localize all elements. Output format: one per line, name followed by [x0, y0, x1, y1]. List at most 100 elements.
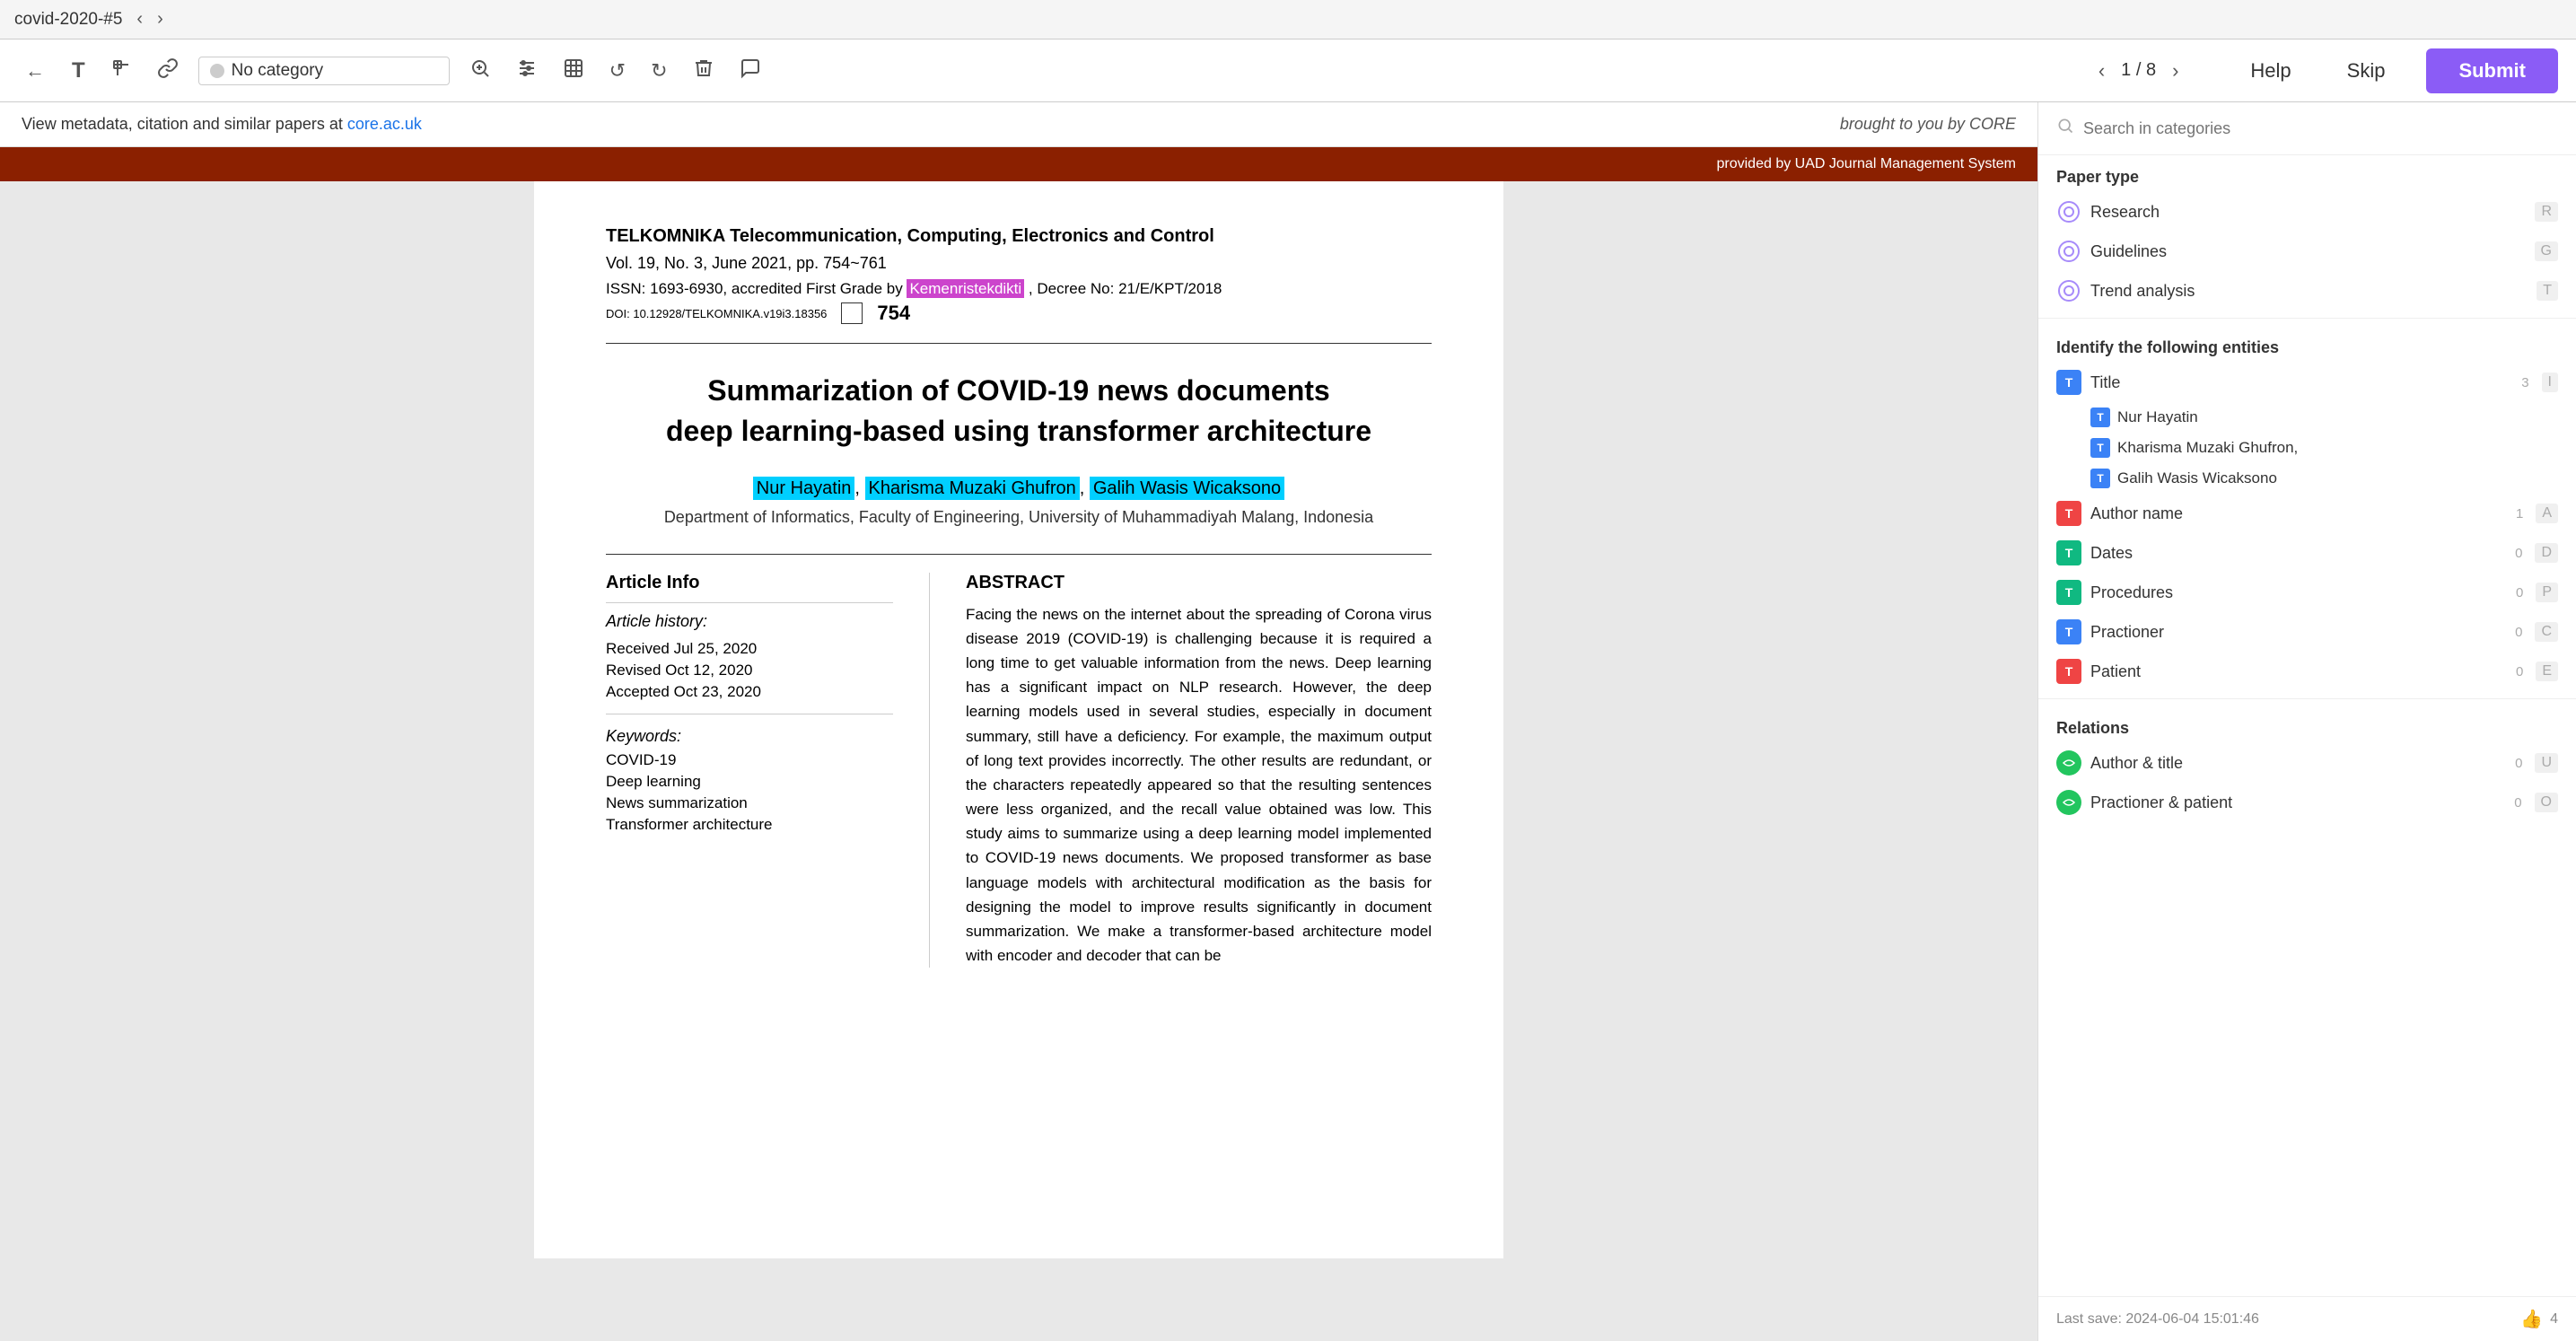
relation-practioner-patient[interactable]: Practioner & patient 0 O: [2038, 783, 2576, 822]
entity-practioner[interactable]: T Practioner 0 C: [2038, 612, 2576, 652]
author-entity-label: Author name: [2090, 504, 2183, 523]
keywords-title: Keywords:: [606, 727, 893, 746]
tagged-t-icon-3: T: [2090, 469, 2110, 488]
tab-next-btn[interactable]: ›: [157, 9, 163, 30]
dates-entity-count: 0: [2515, 546, 2522, 561]
patient-entity-shortcut: E: [2536, 662, 2558, 681]
research-label: Research: [2090, 203, 2160, 222]
tagged-name-1: Nur Hayatin: [2117, 408, 2198, 426]
keyword1: COVID-19: [606, 751, 893, 769]
pdf-divider-mid: [606, 554, 1432, 555]
submit-button[interactable]: Submit: [2426, 48, 2558, 93]
pdf-banner-core: provided by UAD Journal Management Syste…: [0, 147, 2037, 181]
trend-label: Trend analysis: [2090, 282, 2195, 301]
pagination: ‹ 1 / 8 ›: [2091, 56, 2186, 86]
abstract-text: Facing the news on the internet about th…: [966, 602, 1432, 968]
pdf-affiliation: Department of Informatics, Faculty of En…: [606, 508, 1432, 527]
category-guidelines[interactable]: Guidelines G: [2038, 232, 2576, 271]
category-trend[interactable]: Trend analysis T: [2038, 271, 2576, 311]
author2-highlight: Kharisma Muzaki Ghufron: [865, 477, 1080, 500]
entity-title[interactable]: T Title 3 I: [2038, 363, 2576, 402]
relation-prac-patient-label: Practioner & patient: [2090, 793, 2232, 812]
redo-button[interactable]: ↻: [645, 54, 672, 88]
category-research[interactable]: Research R: [2038, 192, 2576, 232]
help-button[interactable]: Help: [2236, 52, 2305, 90]
tagged-galih: T Galih Wasis Wicaksono: [2038, 463, 2576, 494]
relation-prac-patient-count: 0: [2514, 795, 2521, 811]
next-page-button[interactable]: ›: [2165, 56, 2186, 86]
prev-page-button[interactable]: ‹: [2091, 56, 2112, 86]
right-panel: Paper type Research R: [2037, 102, 2576, 1341]
pdf-authors: Nur Hayatin, Kharisma Muzaki Ghufron, Ga…: [606, 478, 1432, 499]
patient-entity-icon: T: [2056, 659, 2081, 684]
crop-tool-button[interactable]: [105, 52, 137, 90]
tab-label[interactable]: covid-2020-#5: [14, 10, 122, 30]
pdf-columns: Article Info Article history: Received J…: [606, 573, 1432, 968]
dates-entity-icon: T: [2056, 540, 2081, 565]
right-actions: Help Skip Submit: [2236, 48, 2558, 93]
bottom-bar: Last save: 2024-06-04 15:01:46 👍 4: [2038, 1296, 2576, 1341]
guidelines-shortcut: G: [2535, 241, 2558, 261]
guidelines-label: Guidelines: [2090, 242, 2167, 261]
link-tool-button[interactable]: [152, 52, 184, 90]
transform-button[interactable]: [557, 52, 590, 90]
adjust-button[interactable]: [511, 52, 543, 90]
patient-entity-count: 0: [2516, 664, 2523, 679]
entity-author-name[interactable]: T Author name 1 A: [2038, 494, 2576, 533]
entity-patient[interactable]: T Patient 0 E: [2038, 652, 2576, 691]
article-history-title: Article history:: [606, 612, 893, 631]
issn-highlight: Kemenristekdikti: [907, 279, 1024, 298]
pdf-issn: ISSN: 1693-6930, accredited First Grade …: [606, 280, 1432, 298]
keyword2: Deep learning: [606, 773, 893, 791]
thumbs-up-icon[interactable]: 👍: [2520, 1308, 2543, 1330]
entities-header: Identify the following entities: [2038, 326, 2576, 363]
relation-author-title[interactable]: Author & title 0 U: [2038, 743, 2576, 783]
keyword4: Transformer architecture: [606, 816, 893, 834]
author3-highlight: Galih Wasis Wicaksono: [1090, 477, 1284, 500]
pdf-content: TELKOMNIKA Telecommunication, Computing,…: [534, 181, 1503, 1258]
category-selector[interactable]: No category: [198, 57, 450, 85]
practioner-entity-icon: T: [2056, 619, 2081, 644]
author1-highlight: Nur Hayatin: [753, 477, 855, 500]
author-entity-icon: T: [2056, 501, 2081, 526]
pdf-vol-info: Vol. 19, No. 3, June 2021, pp. 754~761: [606, 254, 1432, 273]
text-tool-button[interactable]: T: [66, 53, 91, 89]
doi-checkbox[interactable]: [841, 302, 863, 324]
tagged-nur-hayatin: T Nur Hayatin: [2038, 402, 2576, 433]
tagged-t-icon-1: T: [2090, 408, 2110, 427]
dates-entity-label: Dates: [2090, 544, 2133, 563]
zoom-in-button[interactable]: [464, 52, 496, 90]
title-entity-label: Title: [2090, 373, 2120, 392]
category-dot: [210, 64, 224, 78]
pdf-doi-row: DOI: 10.12928/TELKOMNIKA.v19i3.18356 754: [606, 302, 1432, 325]
pdf-journal-title: TELKOMNIKA Telecommunication, Computing,…: [606, 226, 1432, 247]
pdf-divider-top: [606, 343, 1432, 344]
core-link[interactable]: core.ac.uk: [347, 115, 422, 133]
procedures-entity-label: Procedures: [2090, 583, 2173, 602]
entity-dates[interactable]: T Dates 0 D: [2038, 533, 2576, 573]
tab-prev-btn[interactable]: ‹: [136, 9, 143, 30]
abstract-col: ABSTRACT Facing the news on the internet…: [966, 573, 1432, 968]
article-info-title: Article Info: [606, 573, 893, 593]
back-button[interactable]: ←: [18, 56, 52, 86]
skip-button[interactable]: Skip: [2333, 52, 2400, 90]
title-entity-icon: T: [2056, 370, 2081, 395]
undo-button[interactable]: ↺: [604, 54, 631, 88]
pdf-viewer: View metadata, citation and similar pape…: [0, 102, 2037, 1341]
article-info-col: Article Info Article history: Received J…: [606, 573, 893, 968]
relation-author-title-count: 0: [2515, 756, 2522, 771]
title-entity-shortcut: I: [2542, 372, 2558, 392]
relation-author-title-icon: [2056, 750, 2081, 776]
title-entity-count: 3: [2521, 375, 2528, 390]
entity-procedures[interactable]: T Procedures 0 P: [2038, 573, 2576, 612]
procedures-entity-icon: T: [2056, 580, 2081, 605]
tagged-t-icon-2: T: [2090, 438, 2110, 458]
research-shortcut: R: [2535, 202, 2558, 222]
main-area: View metadata, citation and similar pape…: [0, 102, 2576, 1341]
tagged-name-2: Kharisma Muzaki Ghufron,: [2117, 439, 2298, 457]
comment-button[interactable]: [734, 52, 767, 90]
trash-button[interactable]: [688, 52, 720, 90]
search-input[interactable]: [2083, 119, 2558, 138]
page-number: 754: [877, 302, 910, 325]
dates-entity-shortcut: D: [2535, 543, 2558, 563]
